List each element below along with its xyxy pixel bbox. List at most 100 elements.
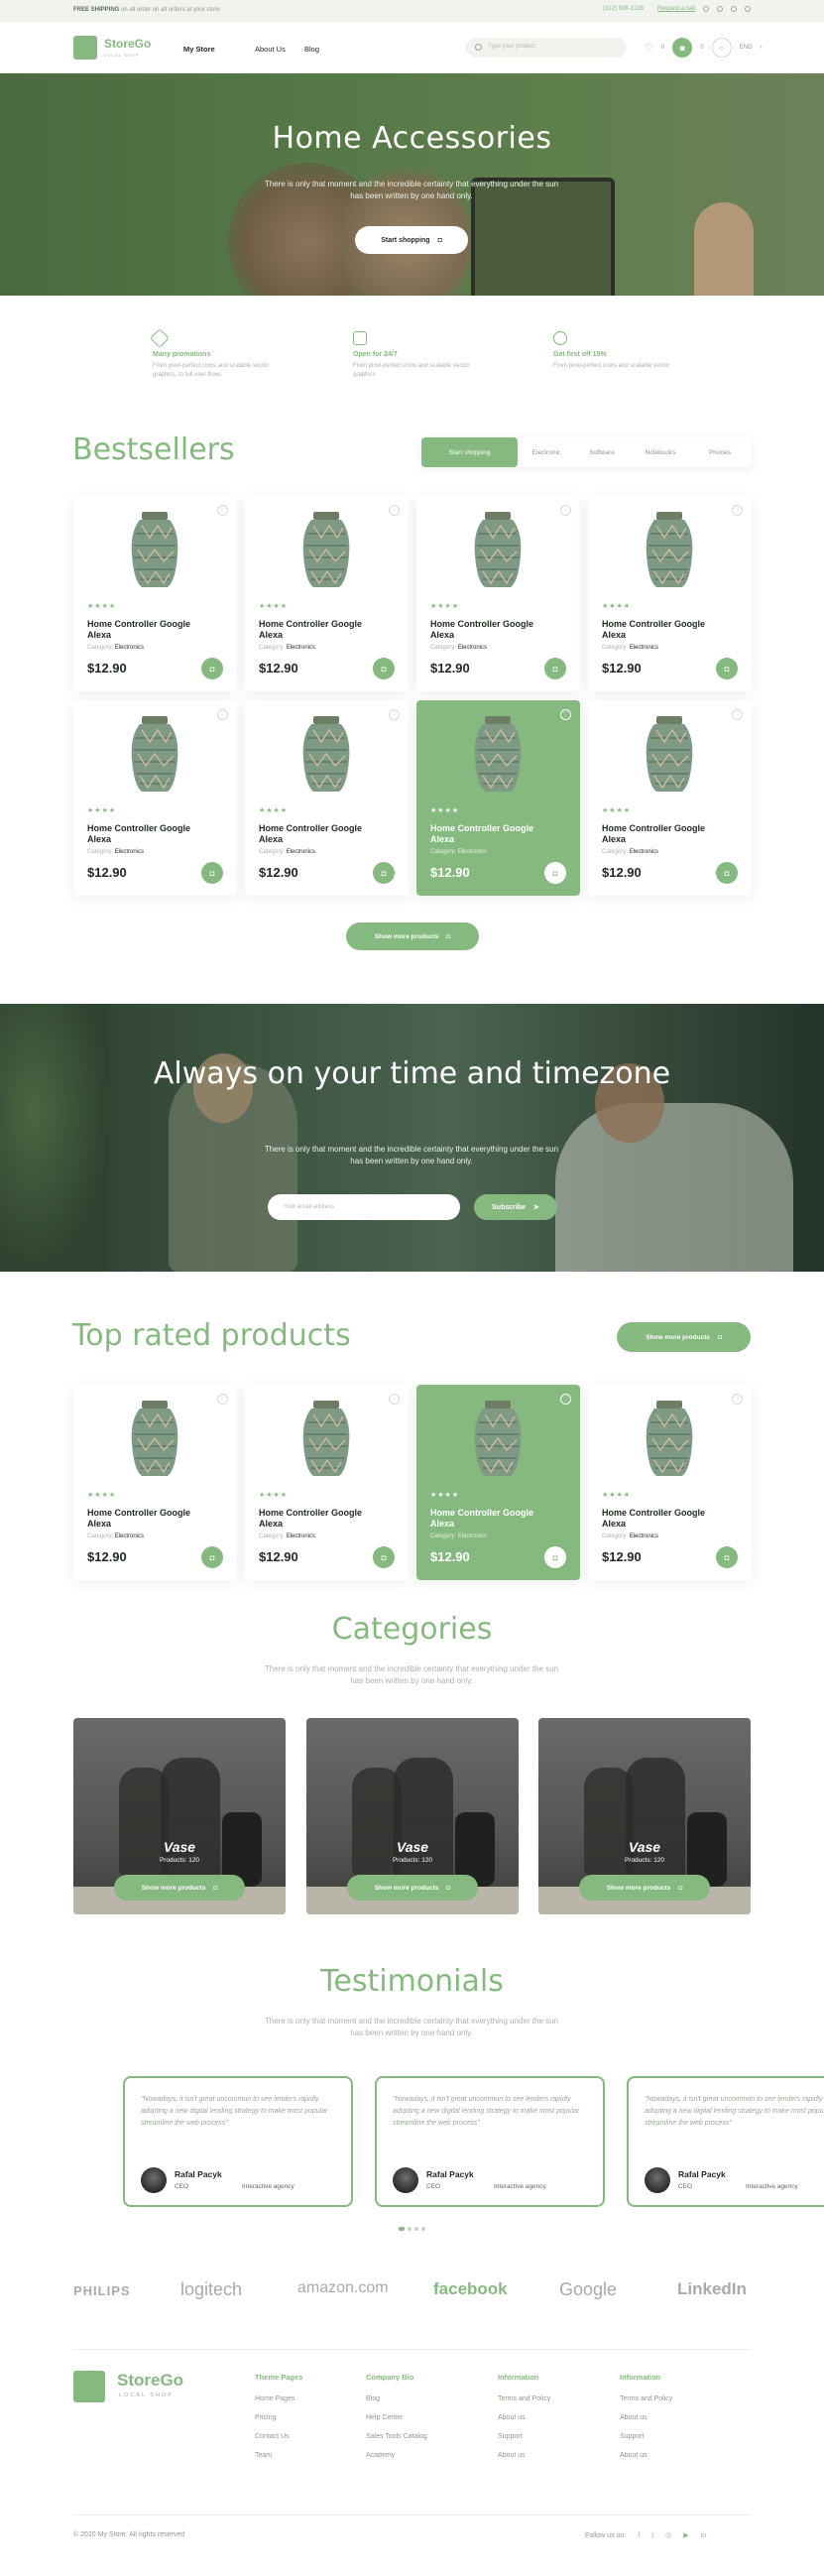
heart-icon[interactable]: ♡: [560, 1394, 571, 1405]
product-name[interactable]: Home Controller Google Alexa: [87, 823, 206, 845]
product-name[interactable]: Home Controller Google Alexa: [430, 823, 549, 845]
category-card[interactable]: Vase Products: 120 Show more products ◘: [73, 1718, 286, 1914]
category-show-more-button[interactable]: Show more products ◘: [347, 1875, 478, 1901]
footer-link[interactable]: About us: [498, 2414, 550, 2421]
add-to-cart-button[interactable]: ◘: [373, 658, 395, 679]
add-to-cart-button[interactable]: ◘: [544, 1546, 566, 1568]
heart-icon[interactable]: ♡: [217, 709, 228, 720]
wishlist-button[interactable]: ♡: [645, 43, 653, 54]
product-name[interactable]: Home Controller Google Alexa: [259, 619, 378, 641]
footer-logo-mark[interactable]: [73, 2371, 105, 2402]
phone-number[interactable]: (312) 808-1228: [603, 6, 644, 12]
category-card[interactable]: Vase Products: 120 Show more products ◘: [306, 1718, 519, 1914]
search-input[interactable]: Type your product: [466, 38, 627, 58]
heart-icon[interactable]: ♡: [389, 505, 400, 516]
linkedin-icon[interactable]: in: [701, 2532, 706, 2539]
add-to-cart-button[interactable]: ◘: [716, 658, 738, 679]
logo-text[interactable]: StoreGo: [104, 37, 151, 51]
start-shopping-button[interactable]: Start shopping ◘: [355, 226, 468, 254]
footer-link[interactable]: Support: [620, 2433, 672, 2440]
footer-logo-text[interactable]: StoreGo: [117, 2371, 183, 2391]
product-name[interactable]: Home Controller Google Alexa: [259, 1508, 378, 1530]
heart-icon[interactable]: ♡: [217, 505, 228, 516]
language-select[interactable]: ENG: [740, 45, 753, 51]
product-card[interactable]: ♡ ★★★★ Home Controller Google Alexa Categor…: [73, 700, 237, 896]
category-card[interactable]: Vase Products: 120 Show more products ◘: [538, 1718, 751, 1914]
heart-icon[interactable]: ♡: [732, 709, 743, 720]
product-card[interactable]: ♡ ★★★★ Home Controller Google Alexa Categor…: [416, 1385, 580, 1580]
product-name[interactable]: Home Controller Google Alexa: [87, 1508, 206, 1530]
tab-software[interactable]: Software: [575, 437, 629, 467]
add-to-cart-button[interactable]: ◘: [373, 1546, 395, 1568]
product-name[interactable]: Home Controller Google Alexa: [602, 619, 721, 641]
youtube-icon[interactable]: ▶: [683, 2531, 688, 2539]
footer-link[interactable]: About us: [498, 2452, 550, 2459]
product-card[interactable]: ♡ ★★★★ Home Controller Google Alexa Categor…: [245, 496, 409, 691]
product-name[interactable]: Home Controller Google Alexa: [602, 1508, 721, 1530]
add-to-cart-button[interactable]: ◘: [201, 862, 223, 884]
add-to-cart-button[interactable]: ◘: [716, 1546, 738, 1568]
product-name[interactable]: Home Controller Google Alexa: [430, 1508, 549, 1530]
carousel-dot[interactable]: [421, 2227, 425, 2231]
nav-my-store[interactable]: My Store: [183, 45, 215, 54]
instagram-icon[interactable]: ◎: [665, 2531, 671, 2539]
carousel-dot[interactable]: [414, 2227, 418, 2231]
tab-electronic[interactable]: Electronic: [518, 437, 575, 467]
add-to-cart-button[interactable]: ◘: [373, 862, 395, 884]
heart-icon[interactable]: ♡: [732, 1394, 743, 1405]
twitter-icon[interactable]: [731, 6, 737, 12]
product-name[interactable]: Home Controller Google Alexa: [430, 619, 549, 641]
footer-link[interactable]: Sales Tools Catalog: [366, 2433, 427, 2440]
product-card[interactable]: ♡ ★★★★ Home Controller Google Alexa Categor…: [416, 700, 580, 896]
category-show-more-button[interactable]: Show more products ◘: [114, 1875, 245, 1901]
heart-icon[interactable]: ♡: [389, 709, 400, 720]
footer-link[interactable]: About us: [620, 2414, 672, 2421]
product-name[interactable]: Home Controller Google Alexa: [87, 619, 206, 641]
heart-icon[interactable]: ♡: [389, 1394, 400, 1405]
footer-link[interactable]: Academy: [366, 2452, 427, 2459]
nav-blog[interactable]: Blog: [304, 45, 319, 54]
subscribe-button[interactable]: Subscribe ➤: [474, 1194, 557, 1220]
product-card[interactable]: ♡ ★★★★ Home Controller Google Alexa Categor…: [588, 700, 752, 896]
footer-link[interactable]: Contact Us: [255, 2433, 302, 2440]
footer-link[interactable]: Help Center: [366, 2414, 427, 2421]
footer-link[interactable]: About us: [620, 2452, 672, 2459]
footer-link[interactable]: Support: [498, 2433, 550, 2440]
bestsellers-show-more-button[interactable]: Show more products ◘: [346, 922, 479, 950]
footer-link[interactable]: Terms and Policy: [498, 2395, 550, 2402]
footer-link[interactable]: Pricing: [255, 2414, 302, 2421]
carousel-dot[interactable]: [399, 2227, 405, 2231]
facebook-icon[interactable]: f: [638, 2532, 640, 2539]
product-card[interactable]: ♡ ★★★★ Home Controller Google Alexa Categor…: [73, 496, 237, 691]
user-icon[interactable]: ○: [711, 38, 732, 58]
heart-icon[interactable]: ♡: [732, 505, 743, 516]
instagram-icon[interactable]: [717, 6, 723, 12]
product-card[interactable]: ♡ ★★★★ Home Controller Google Alexa Categor…: [416, 496, 580, 691]
tab-notebooks[interactable]: Notebooks: [629, 437, 692, 467]
footer-link[interactable]: Home Pages: [255, 2395, 302, 2402]
product-card[interactable]: ♡ ★★★★ Home Controller Google Alexa Categor…: [245, 1385, 409, 1580]
footer-link[interactable]: Terms and Policy: [620, 2395, 672, 2402]
footer-link[interactable]: Team: [255, 2452, 302, 2459]
tab-phones[interactable]: Phones: [692, 437, 748, 467]
cart-button[interactable]: ◙: [672, 38, 693, 58]
product-name[interactable]: Home Controller Google Alexa: [602, 823, 721, 845]
add-to-cart-button[interactable]: ◘: [201, 1546, 223, 1568]
facebook-icon[interactable]: [703, 6, 709, 12]
twitter-icon[interactable]: t: [651, 2532, 653, 2539]
carousel-dot[interactable]: [408, 2227, 412, 2231]
logo-mark[interactable]: [73, 36, 97, 60]
top-rated-show-more-button[interactable]: Show more products ◘: [617, 1322, 751, 1352]
add-to-cart-button[interactable]: ◘: [201, 658, 223, 679]
heart-icon[interactable]: ♡: [560, 709, 571, 720]
product-card[interactable]: ♡ ★★★★ Home Controller Google Alexa Categor…: [588, 496, 752, 691]
nav-about-us[interactable]: About Us: [255, 45, 286, 54]
youtube-icon[interactable]: [745, 6, 751, 12]
product-card[interactable]: ♡ ★★★★ Home Controller Google Alexa Categor…: [245, 700, 409, 896]
email-field[interactable]: Your email address: [268, 1194, 460, 1220]
add-to-cart-button[interactable]: ◘: [544, 658, 566, 679]
heart-icon[interactable]: ♡: [217, 1394, 228, 1405]
heart-icon[interactable]: ♡: [560, 505, 571, 516]
add-to-cart-button[interactable]: ◘: [716, 862, 738, 884]
add-to-cart-button[interactable]: ◘: [544, 862, 566, 884]
